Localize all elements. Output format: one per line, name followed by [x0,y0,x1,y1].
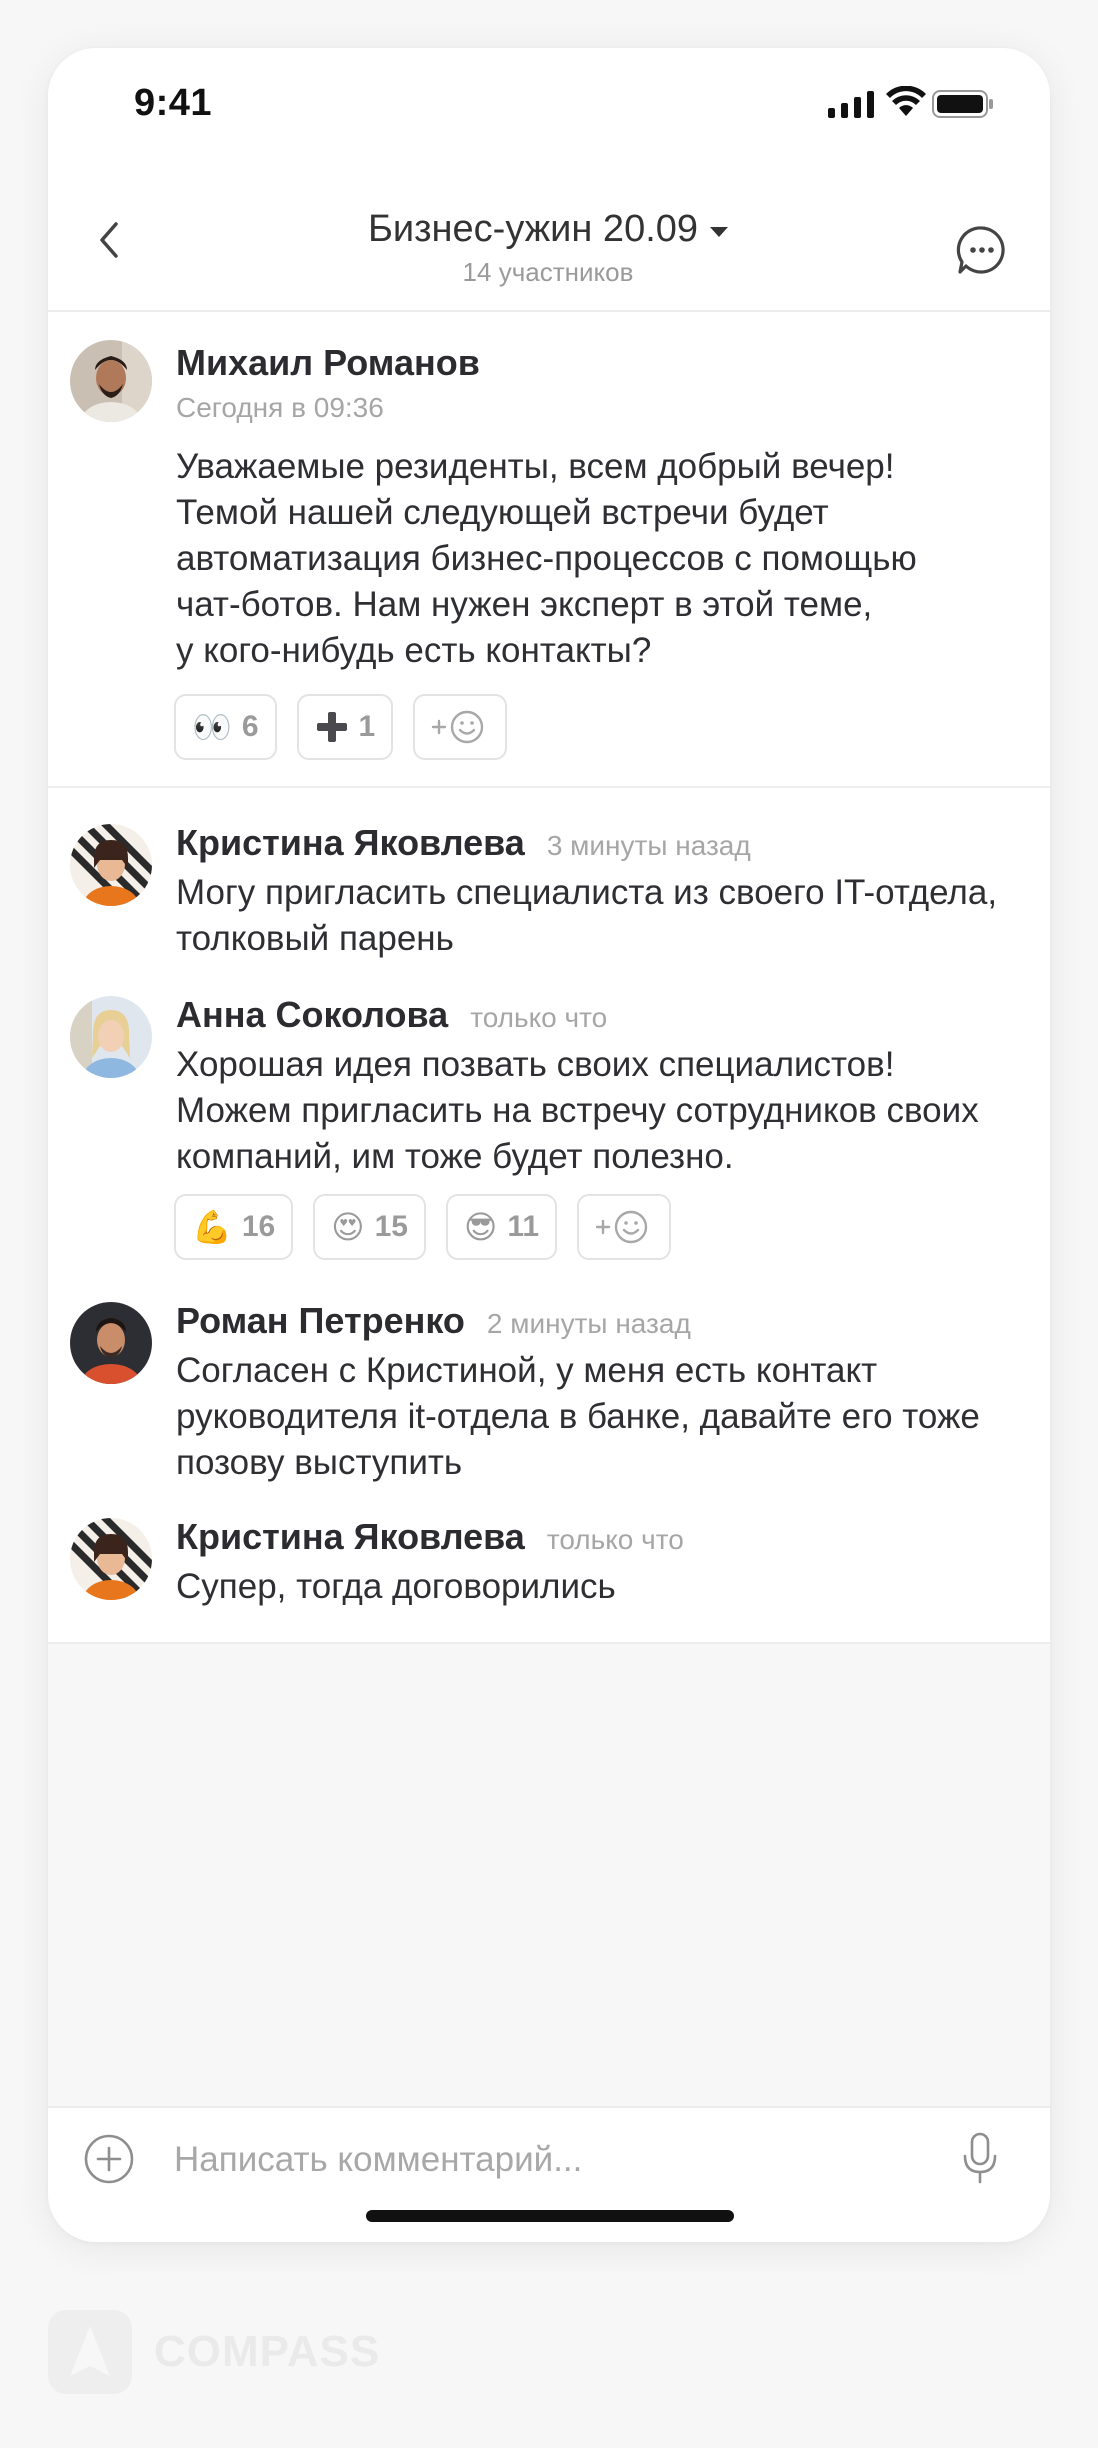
plus-circle-icon [84,2134,134,2184]
status-time: 9:41 [134,82,213,124]
comment-text: Согласен с Кристиной, у меня есть контак… [176,1351,980,1482]
avatar-photo-kristina [70,824,152,906]
avatar-photo-mikhail [70,340,152,422]
comment-author[interactable]: Кристина Яковлева [176,822,525,864]
comment-text: Супер, тогда договорились [176,1567,616,1606]
chevron-left-icon [100,222,118,258]
post-text: Уважаемые резиденты, всем добрый вечер! … [176,444,1036,674]
status-bar: 9:41 [48,48,1050,178]
comment-header: Кристина Яковлева 3 минуты назад [176,822,751,864]
post-text-line: Уважаемые резиденты, всем добрый вечер! [176,447,895,486]
reaction-count: 1 [358,710,376,743]
battery-icon [932,90,993,118]
reaction-eyes[interactable]: 👀 6 [174,694,277,760]
comment-header: Анна Соколова только что [176,994,607,1036]
compass-logo-icon [48,2310,132,2394]
comment-time: только что [546,1524,684,1555]
avatar-photo-kristina [70,1518,152,1600]
reaction-heart-eyes[interactable]: 😍 15 [313,1194,426,1260]
wifi-icon [886,86,926,116]
chat-bubble-icon [956,226,1005,274]
reaction-count: 6 [241,710,259,743]
comment-text: Хорошая идея позвать своих специалистов!… [176,1045,979,1176]
avatar[interactable] [70,824,152,906]
compass-arrow-icon [70,2326,110,2376]
flexed-biceps-emoji-icon: 💪 [192,1209,232,1245]
add-reaction-button[interactable] [577,1194,672,1260]
comment-item: Кристина Яковлева только что Супер, тогд… [48,1516,1050,1636]
add-emoji-icon [595,1210,648,1244]
phone-frame: 9:41 Бизнес-ужин 20.09 14 участников Мих… [48,48,1050,2242]
post-timestamp: Сегодня в 09:36 [176,392,384,423]
main-post: Михаил Романов Сегодня в 09:36 Уважаемые… [48,312,1050,788]
comment-item: Анна Соколова только что Хорошая идея по… [48,994,1050,1274]
post-text-line: Темой нашей следующей встречи будет [176,493,829,532]
heart-eyes-emoji-icon: 😍 [331,1209,365,1245]
comment-text: Могу пригласить специалиста из своего IT… [176,873,998,958]
comment-author[interactable]: Кристина Яковлева [176,1516,525,1558]
post-text-line: чат-ботов. Нам нужен эксперт в этой теме… [176,585,873,624]
chat-header: Бизнес-ужин 20.09 14 участников [48,178,1050,312]
comment-item: Кристина Яковлева 3 минуты назад Могу пр… [48,822,1050,962]
microphone-icon [963,2132,997,2184]
home-indicator[interactable] [366,2210,734,2222]
post-author[interactable]: Михаил Романов [176,342,480,384]
avatar-photo-roman [70,1302,152,1384]
compass-logo-text: COMPASS [154,2327,381,2376]
post-text-line: у кого-нибудь есть контакты? [176,631,652,670]
voice-message-button[interactable] [960,2130,1000,2186]
messages-area: Михаил Романов Сегодня в 09:36 Уважаемые… [48,312,1050,1642]
comment-time: только что [470,1002,608,1033]
reaction-plus[interactable]: 1 [296,694,394,760]
caret-down-icon [710,226,729,237]
comment-author[interactable]: Роман Петренко [176,1300,465,1342]
post-text-line: автоматизация бизнес-процессов с помощью [176,539,917,578]
chat-title-block: Бизнес-ужин 20.09 14 участников [248,208,848,288]
avatar[interactable] [70,1302,152,1384]
back-button[interactable] [78,208,138,272]
discussion-button[interactable] [952,220,1012,280]
cellular-signal-icon [828,90,874,118]
empty-area [48,1642,1050,2108]
avatar[interactable] [70,1518,152,1600]
comment-reactions: 💪 16 😍 15 😎 11 [174,1194,672,1260]
post-reactions: 👀 6 1 [174,694,508,760]
avatar-photo-anna [70,996,152,1078]
comment-item: Роман Петренко 2 минуты назад Согласен с… [48,1300,1050,1490]
reaction-count: 15 [374,1210,408,1243]
compass-logo: COMPASS [48,2310,380,2394]
comment-header: Роман Петренко 2 минуты назад [176,1300,691,1342]
comment-author[interactable]: Анна Соколова [176,994,448,1036]
reaction-muscle[interactable]: 💪 16 [174,1194,294,1260]
comment-time: 3 минуты назад [546,830,751,861]
add-reaction-button[interactable] [413,694,508,760]
reaction-count: 11 [507,1210,540,1243]
participants-count: 14 участников [462,257,634,287]
eyes-emoji-icon: 👀 [192,709,232,745]
reaction-sunglasses[interactable]: 😎 11 [445,1194,558,1260]
add-emoji-icon [432,710,484,744]
comment-time: 2 минуты назад [486,1308,691,1339]
attach-button[interactable] [82,2132,136,2186]
comment-input[interactable] [174,2130,934,2190]
chat-title-dropdown[interactable]: Бизнес-ужин 20.09 [367,208,729,251]
sunglasses-emoji-icon: 😎 [463,1209,498,1245]
reaction-count: 16 [241,1210,276,1243]
avatar[interactable] [70,996,152,1078]
plus-emoji-icon [316,712,347,742]
avatar[interactable] [70,340,152,422]
comment-header: Кристина Яковлева только что [176,1516,684,1558]
chat-title: Бизнес-ужин 20.09 [367,208,699,250]
